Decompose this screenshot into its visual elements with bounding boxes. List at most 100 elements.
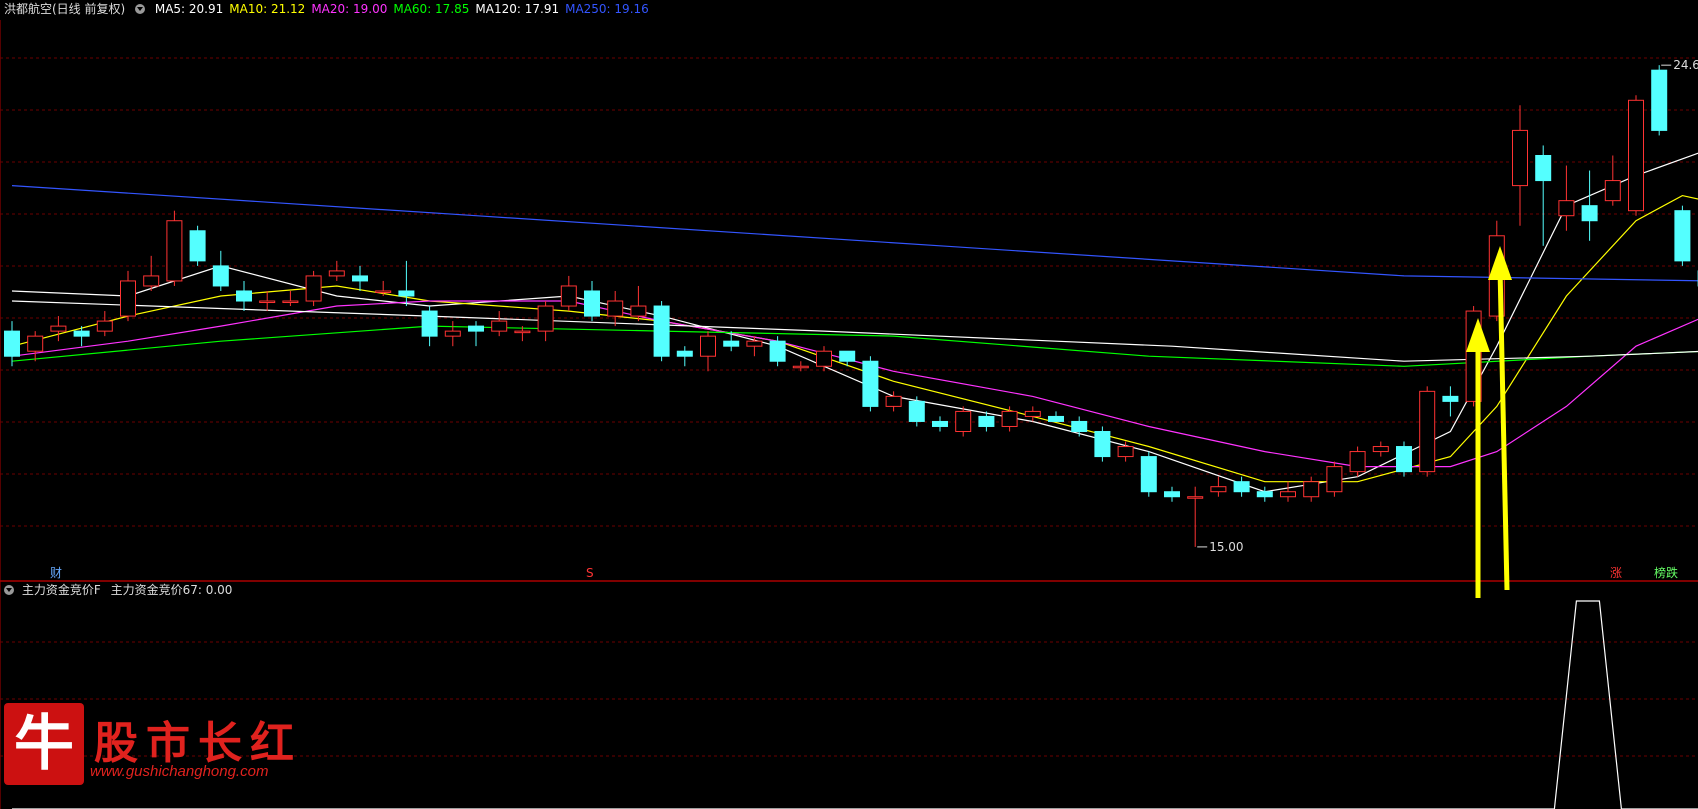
candle-body	[1117, 446, 1134, 458]
annotations: 24.60 15.00 财 S 涨 榜跌	[50, 58, 1698, 580]
candlestick-series	[4, 65, 1698, 547]
ma-line-ma20	[11, 300, 1698, 468]
chart-stage: 24.60 15.00 财 S 涨 榜跌	[0, 20, 1698, 809]
candle-body	[50, 325, 67, 332]
grid	[0, 20, 1698, 809]
candle-body	[792, 365, 809, 369]
candle-body	[73, 330, 90, 337]
candle-body	[212, 265, 229, 287]
candle-body	[955, 410, 972, 432]
candle-body	[4, 330, 20, 357]
marker-cai: 财	[50, 566, 62, 580]
candle-body	[653, 305, 670, 357]
candle-body	[723, 340, 740, 347]
candle-body	[120, 280, 136, 317]
candle-body	[862, 360, 879, 407]
dropdown-icon[interactable]	[135, 4, 146, 14]
candle-body	[259, 300, 276, 304]
candle-body	[1094, 430, 1111, 458]
candle-body	[491, 320, 508, 332]
candle-body	[630, 305, 647, 317]
candle-body	[676, 350, 693, 357]
ma-line-ma10	[11, 194, 1698, 483]
marker-zhang: 涨	[1610, 565, 1622, 580]
ma-legend-item: MA10: 21.12	[229, 2, 306, 16]
indicator-value: 主力资金竞价67: 0.00	[110, 583, 233, 597]
candle-body	[96, 320, 113, 332]
candle-body	[700, 335, 716, 357]
candle-body	[1187, 496, 1204, 499]
candle-body	[1512, 129, 1528, 187]
ma-lines	[11, 152, 1698, 493]
logo-glyph: 牛	[14, 709, 74, 779]
candle-body	[1349, 451, 1366, 473]
candle-body	[607, 300, 624, 317]
logo-name: 股市长红	[94, 718, 302, 769]
candle-body	[143, 275, 160, 287]
candle-body	[816, 350, 832, 367]
ma-legend-item: MA60: 17.85	[393, 2, 470, 16]
ma-legend-item: MA250: 19.16	[565, 2, 649, 16]
main-header: 洪都航空(日线 前复权) MA5: 20.91 MA10: 21.12 MA20: …	[4, 0, 661, 18]
candle-body	[839, 350, 856, 362]
watermark-logo: 牛 股市长红 www.gushichanghong.com	[4, 703, 324, 785]
high-label: 24.60	[1673, 58, 1698, 72]
candle-body	[282, 300, 299, 304]
candle-body	[1372, 446, 1389, 453]
candle-body	[885, 395, 902, 407]
candle-body	[1140, 456, 1157, 493]
candle-body	[352, 275, 368, 282]
candle-body	[1326, 466, 1343, 493]
candle-body	[1001, 410, 1018, 427]
candle-body	[908, 400, 925, 422]
candle-body	[421, 310, 438, 337]
candle-body	[1442, 395, 1459, 402]
candle-body	[305, 275, 322, 302]
candle-body	[514, 330, 531, 334]
candle-body	[1628, 99, 1644, 212]
candle-body	[932, 420, 948, 427]
candle-body	[584, 290, 600, 317]
candle-body	[1048, 415, 1064, 422]
candle-body	[1535, 154, 1552, 182]
candle-body	[1674, 210, 1691, 262]
arrow-shaft	[1497, 267, 1510, 591]
logo-url: www.gushichanghong.com	[90, 763, 269, 780]
low-label: 15.00	[1209, 540, 1243, 554]
stock-title: 洪都航空(日线 前复权)	[4, 2, 126, 16]
ma-legend-item: MA5: 20.91	[154, 2, 224, 16]
ma-legend-item: MA20: 19.00	[311, 2, 388, 16]
ma-legend: MA5: 20.91 MA10: 21.12 MA20: 19.00 MA60: 17…	[155, 2, 655, 16]
candle-body	[1256, 491, 1273, 498]
candle-body	[236, 290, 252, 302]
candle-body	[769, 340, 786, 362]
candle-body	[1396, 446, 1412, 473]
marker-bang: 榜跌	[1654, 565, 1678, 580]
candle-body	[1303, 481, 1320, 498]
candle-body	[1558, 200, 1575, 217]
candle-body	[444, 330, 461, 337]
candle-body	[978, 415, 995, 427]
candle-body	[1280, 491, 1296, 498]
candle-body	[1164, 491, 1180, 498]
candle-body	[189, 230, 206, 262]
candle-body	[1210, 486, 1227, 493]
candle-body	[328, 270, 345, 277]
candle-body	[1419, 390, 1436, 473]
candle-body	[1071, 420, 1088, 432]
candle-body	[27, 335, 44, 352]
candle-body	[468, 325, 484, 332]
candle-body	[1651, 69, 1668, 131]
candle-body	[375, 290, 392, 293]
candle-body	[1233, 481, 1250, 493]
candle-body	[166, 220, 183, 282]
dropdown-icon[interactable]	[4, 585, 14, 595]
candle-body	[1581, 205, 1598, 222]
indicator-name: 主力资金竞价F	[21, 583, 101, 597]
candle-body	[1604, 180, 1621, 202]
candle-body	[746, 340, 763, 347]
marker-s: S	[586, 566, 594, 580]
candle-body	[537, 305, 554, 332]
candle-body	[1024, 410, 1041, 417]
candle-body	[398, 290, 415, 297]
